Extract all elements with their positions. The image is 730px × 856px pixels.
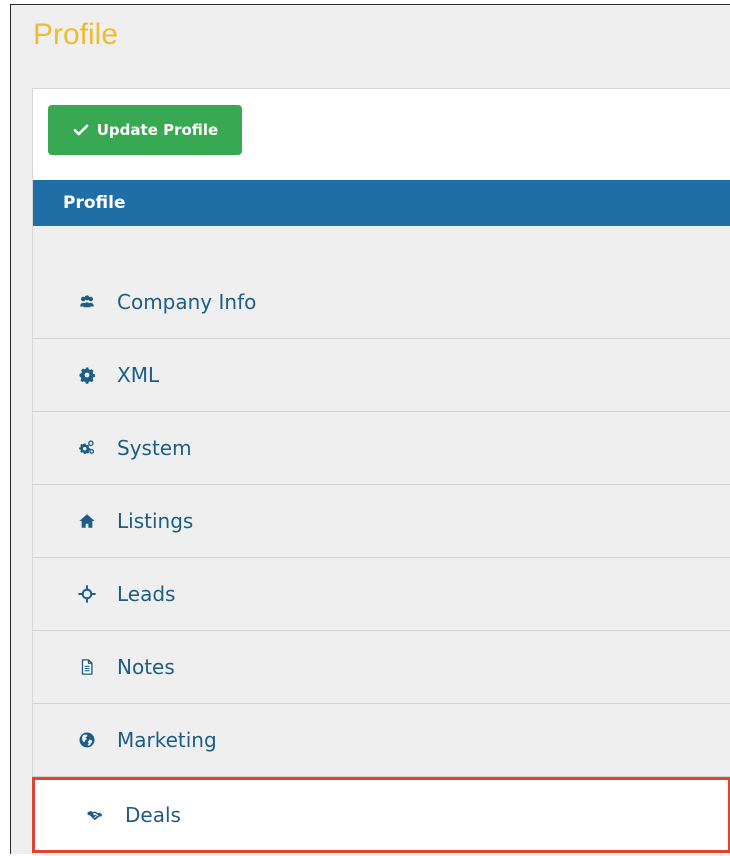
crosshair-icon — [77, 584, 97, 604]
toolbar: Update Profile — [33, 89, 730, 180]
sidebar-item-label: System — [117, 436, 192, 460]
gears-icon — [77, 438, 97, 458]
menu-spacer — [33, 226, 730, 266]
profile-panel: Update Profile Profile Company Info XML … — [32, 88, 730, 856]
document-icon — [77, 657, 97, 677]
sidebar-item-label: Company Info — [117, 290, 257, 314]
sidebar-item-label: Leads — [117, 582, 176, 606]
sidebar-item-marketing[interactable]: Marketing — [33, 704, 730, 777]
sidebar-item-label: Deals — [125, 803, 181, 827]
sidebar-item-company-info[interactable]: Company Info — [33, 266, 730, 339]
sidebar-item-label: Notes — [117, 655, 175, 679]
globe-icon — [77, 730, 97, 750]
sidebar-item-label: Marketing — [117, 728, 217, 752]
page-title: Profile — [33, 18, 119, 51]
update-profile-button[interactable]: Update Profile — [48, 105, 242, 155]
users-icon — [77, 292, 97, 312]
update-profile-label: Update Profile — [96, 121, 219, 139]
sidebar-item-listings[interactable]: Listings — [33, 485, 730, 558]
gear-icon — [77, 365, 97, 385]
page-frame: Profile Update Profile Profile Company I… — [10, 4, 730, 856]
check-icon — [72, 121, 90, 139]
sidebar-item-leads[interactable]: Leads — [33, 558, 730, 631]
profile-section-header: Profile — [33, 180, 730, 226]
sidebar-item-system[interactable]: System — [33, 412, 730, 485]
sidebar-item-xml[interactable]: XML — [33, 339, 730, 412]
sidebar-item-deals[interactable]: Deals — [32, 777, 730, 853]
sidebar-item-label: Listings — [117, 509, 194, 533]
handshake-icon — [85, 805, 105, 825]
sidebar-item-notes[interactable]: Notes — [33, 631, 730, 704]
home-icon — [77, 511, 97, 531]
profile-menu: Company Info XML System Listings Leads N… — [32, 226, 730, 856]
sidebar-item-label: XML — [117, 363, 160, 387]
